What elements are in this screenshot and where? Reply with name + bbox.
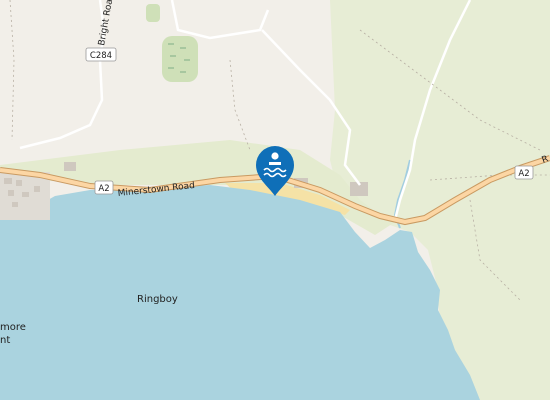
svg-text:A2: A2 xyxy=(518,169,529,179)
c284-shield: C284 xyxy=(85,47,117,62)
small-field xyxy=(146,4,160,22)
wetland-patch xyxy=(162,36,198,82)
nt-label: nt xyxy=(0,335,10,346)
a2-shield-left: A2 xyxy=(94,180,114,195)
a2-shield-right: A2 xyxy=(514,165,534,180)
more-label: more xyxy=(0,322,26,333)
svg-text:C284: C284 xyxy=(90,51,112,61)
ringboy-label: Ringboy xyxy=(137,294,178,305)
svg-text:A2: A2 xyxy=(98,184,109,194)
map-view[interactable]: Bright Road Minerstown Road R C284 A2 A2… xyxy=(0,0,550,400)
